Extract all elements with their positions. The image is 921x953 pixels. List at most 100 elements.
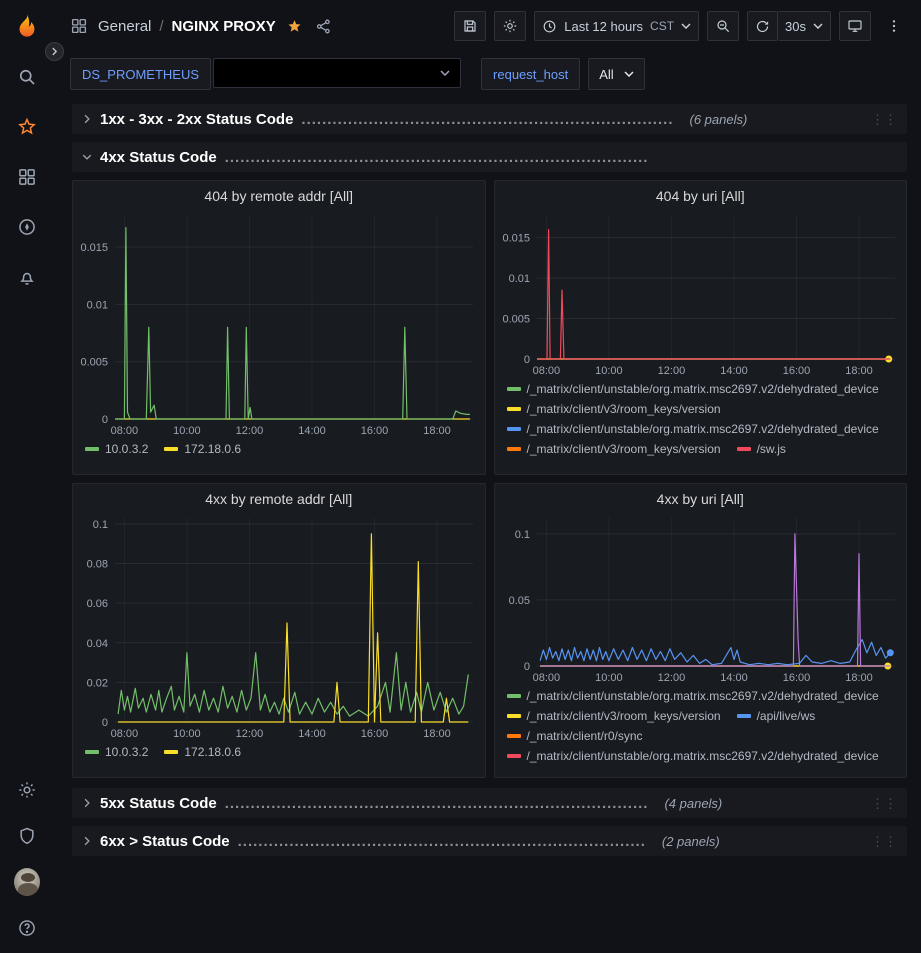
explore-compass-icon[interactable] xyxy=(14,214,40,240)
row-5xx[interactable]: 5xx Status Code ........................… xyxy=(72,788,907,818)
legend-item[interactable]: 172.18.0.6 xyxy=(164,745,241,759)
legend-item[interactable]: /_matrix/client/v3/room_keys/version xyxy=(507,709,721,723)
variables-bar: DS_PROMETHEUS request_host All xyxy=(54,52,921,96)
row-1xx-3xx-2xx[interactable]: 1xx - 3xx - 2xx Status Code ............… xyxy=(72,104,907,134)
grafana-logo[interactable] xyxy=(10,12,44,46)
legend-item[interactable]: /sw.js xyxy=(737,442,786,456)
search-icon[interactable] xyxy=(14,64,40,90)
series-color-icon xyxy=(164,447,178,451)
share-icon[interactable] xyxy=(313,16,334,37)
legend-item[interactable]: /api/live/ws xyxy=(737,709,816,723)
refresh-interval-label: 30s xyxy=(785,19,806,34)
row-4xx[interactable]: 4xx Status Code ........................… xyxy=(72,142,907,172)
starred-icon[interactable] xyxy=(14,114,40,140)
svg-text:12:00: 12:00 xyxy=(657,672,685,684)
toolbar: Last 12 hours CST 30s xyxy=(454,11,909,41)
series-color-icon xyxy=(85,750,99,754)
row-title-dots: ........................................… xyxy=(301,111,673,128)
legend-item[interactable]: /_matrix/client/v3/room_keys/version xyxy=(507,402,721,416)
series-color-icon xyxy=(507,407,521,411)
row-title: 6xx > Status Code xyxy=(100,833,230,850)
series-color-icon xyxy=(85,447,99,451)
tv-mode-button[interactable] xyxy=(839,11,871,41)
svg-text:0.04: 0.04 xyxy=(87,638,108,650)
dashboards-icon[interactable] xyxy=(14,164,40,190)
time-range-picker[interactable]: Last 12 hours CST xyxy=(534,11,699,41)
chart-canvas[interactable]: 08:0010:0012:0014:0016:0018:0000.050.1 xyxy=(495,510,907,686)
alerting-bell-icon[interactable] xyxy=(14,264,40,290)
chart-4xx-by-remote-addr[interactable]: 08:0010:0012:0014:0016:0018:0000.020.040… xyxy=(73,510,485,742)
legend-item[interactable]: /_matrix/client/unstable/org.matrix.msc2… xyxy=(507,382,879,396)
legend-label: 10.0.3.2 xyxy=(105,442,148,456)
svg-text:10:00: 10:00 xyxy=(595,672,623,684)
row-6xx[interactable]: 6xx > Status Code ......................… xyxy=(72,826,907,856)
row-title: 4xx Status Code xyxy=(100,149,217,166)
legend-item[interactable]: /_matrix/client/unstable/org.matrix.msc2… xyxy=(507,749,879,763)
chart-4xx-by-uri[interactable]: 08:0010:0012:0014:0016:0018:0000.050.1 xyxy=(495,510,907,686)
chart-canvas[interactable]: 08:0010:0012:0014:0016:0018:0000.020.040… xyxy=(73,510,485,742)
legend-item[interactable]: /_matrix/client/unstable/org.matrix.msc2… xyxy=(507,422,879,436)
row-drag-handle[interactable]: ⋮⋮ xyxy=(871,835,897,848)
svg-text:0.005: 0.005 xyxy=(80,357,108,369)
legend-item[interactable]: 172.18.0.6 xyxy=(164,442,241,456)
series-color-icon xyxy=(507,447,521,451)
legend-item[interactable]: /_matrix/client/unstable/org.matrix.msc2… xyxy=(507,689,879,703)
variable-request-host: request_host All xyxy=(481,58,645,90)
dashboard-canvas: 1xx - 3xx - 2xx Status Code ............… xyxy=(54,96,921,953)
variable-ds-prometheus-value[interactable] xyxy=(213,58,461,88)
row-title-dots: ........................................… xyxy=(225,795,649,812)
row-title: 1xx - 3xx - 2xx Status Code xyxy=(100,111,293,128)
chevron-down-icon xyxy=(82,152,92,162)
variable-ds-prometheus-label[interactable]: DS_PROMETHEUS xyxy=(70,58,211,90)
svg-text:0.005: 0.005 xyxy=(502,314,530,326)
dashboard-settings-gear-icon[interactable] xyxy=(494,11,526,41)
help-icon[interactable] xyxy=(14,915,40,941)
user-avatar[interactable] xyxy=(14,869,40,895)
legend-item[interactable]: /_matrix/client/v3/room_keys/version xyxy=(507,442,721,456)
kebab-menu-icon[interactable] xyxy=(879,11,909,41)
legend-item[interactable]: 10.0.3.2 xyxy=(85,745,148,759)
admin-shield-icon[interactable] xyxy=(14,823,40,849)
chevron-right-icon xyxy=(82,114,92,124)
variable-request-host-label[interactable]: request_host xyxy=(481,58,580,90)
series-color-icon xyxy=(507,427,521,431)
save-dashboard-button[interactable] xyxy=(454,11,486,41)
svg-text:08:00: 08:00 xyxy=(111,425,139,437)
svg-text:10:00: 10:00 xyxy=(173,728,201,740)
svg-text:12:00: 12:00 xyxy=(236,728,264,740)
clock-icon xyxy=(542,19,557,34)
chevron-down-icon xyxy=(440,70,450,76)
chart-canvas[interactable]: 08:0010:0012:0014:0016:0018:0000.0050.01… xyxy=(73,207,485,439)
legend-label: 172.18.0.6 xyxy=(184,442,241,456)
favorite-star-icon[interactable] xyxy=(284,16,305,37)
breadcrumb-section[interactable]: General xyxy=(98,18,151,35)
svg-text:14:00: 14:00 xyxy=(298,425,326,437)
legend-label: /_matrix/client/r0/sync xyxy=(527,729,643,743)
chart-404-by-uri[interactable]: 08:0010:0012:0014:0016:0018:0000.0050.01… xyxy=(495,207,907,379)
panel-title[interactable]: 404 by uri [All] xyxy=(495,181,907,207)
row-panel-count: (6 panels) xyxy=(689,112,747,127)
row-drag-handle[interactable]: ⋮⋮ xyxy=(871,797,897,810)
chart-canvas[interactable]: 08:0010:0012:0014:0016:0018:0000.0050.01… xyxy=(495,207,907,379)
series-color-icon xyxy=(507,387,521,391)
series-color-icon xyxy=(507,734,521,738)
chevron-down-icon xyxy=(681,23,691,29)
panel-title[interactable]: 4xx by remote addr [All] xyxy=(73,484,485,510)
chart-404-by-remote-addr[interactable]: 08:0010:0012:0014:0016:0018:0000.0050.01… xyxy=(73,207,485,439)
zoom-out-time-button[interactable] xyxy=(707,11,739,41)
panel-grid: 404 by remote addr [All] 08:0010:0012:00… xyxy=(72,180,907,778)
server-settings-gear-icon[interactable] xyxy=(14,777,40,803)
panel-legend: /_matrix/client/unstable/org.matrix.msc2… xyxy=(495,379,907,462)
refresh-interval-dropdown[interactable]: 30s xyxy=(778,11,831,41)
panel-title[interactable]: 404 by remote addr [All] xyxy=(73,181,485,207)
panel-title[interactable]: 4xx by uri [All] xyxy=(495,484,907,510)
legend-item[interactable]: /_matrix/client/r0/sync xyxy=(507,729,643,743)
legend-item[interactable]: 10.0.3.2 xyxy=(85,442,148,456)
variable-request-host-value[interactable]: All xyxy=(588,58,644,90)
sidebar-expand-button[interactable] xyxy=(45,42,64,61)
panel-4xx-by-remote-addr: 4xx by remote addr [All] 08:0010:0012:00… xyxy=(72,483,486,778)
breadcrumb-title[interactable]: NGINX PROXY xyxy=(172,18,276,35)
refresh-icon-button[interactable] xyxy=(747,11,778,41)
series-color-icon xyxy=(164,750,178,754)
row-drag-handle[interactable]: ⋮⋮ xyxy=(871,113,897,126)
